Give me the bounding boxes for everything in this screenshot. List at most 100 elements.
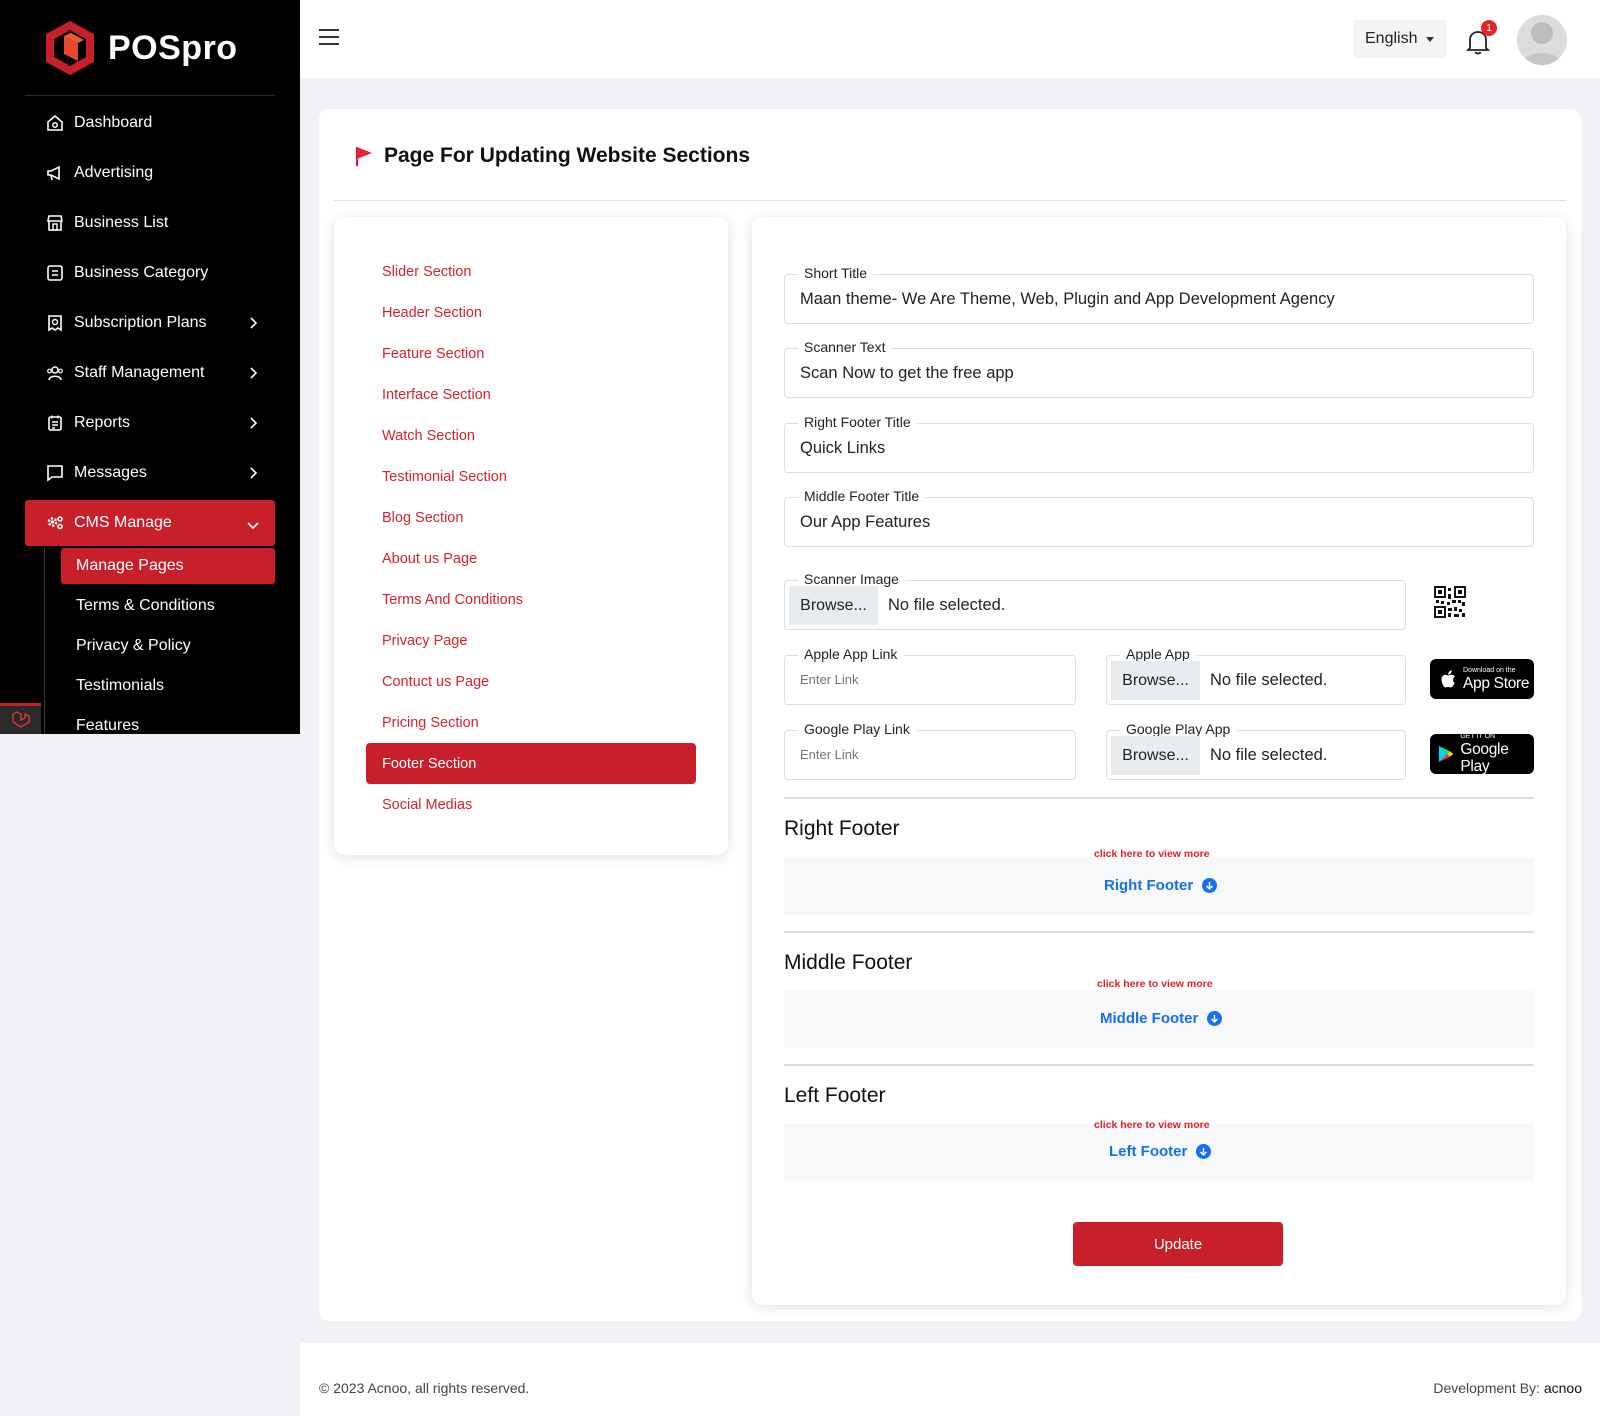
chevron-right-icon xyxy=(250,417,258,429)
sidebar-item-label: CMS Manage xyxy=(74,514,172,531)
right-footer-toggle[interactable]: Right Footer xyxy=(1104,877,1218,894)
section-link-footer[interactable]: Footer Section xyxy=(366,743,696,784)
toggle-label: Left Footer xyxy=(1109,1143,1188,1160)
chevron-down-icon xyxy=(247,522,259,530)
scanner-text-field[interactable]: Scanner Text Scan Now to get the free ap… xyxy=(784,339,1534,398)
field-label: Scanner Image xyxy=(798,571,905,587)
field-label: Google Play App xyxy=(1120,721,1237,737)
field-label: Right Footer Title xyxy=(798,414,917,430)
section-link-interface[interactable]: Interface Section xyxy=(366,374,696,415)
section-link-header[interactable]: Header Section xyxy=(366,292,696,333)
middle-footer-title-field[interactable]: Middle Footer Title Our App Features xyxy=(784,488,1534,547)
sidebar-item-cms-manage[interactable]: CMS Manage xyxy=(25,500,275,546)
right-footer-heading: Right Footer xyxy=(784,817,900,840)
browse-button[interactable]: Browse... xyxy=(1111,736,1200,775)
sidebar-item-dashboard[interactable]: Dashboard xyxy=(25,98,275,148)
section-link-pricing[interactable]: Pricing Section xyxy=(366,702,696,743)
sidebar-subitem-testimonials[interactable]: Testimonials xyxy=(61,666,275,706)
browse-button[interactable]: Browse... xyxy=(1111,661,1200,700)
section-link-blog[interactable]: Blog Section xyxy=(366,497,696,538)
apple-app-file-field[interactable]: Apple App Browse... No file selected. xyxy=(1106,646,1406,705)
badge-big-text: Google Play xyxy=(1460,741,1509,775)
header-divider xyxy=(334,200,1566,201)
app-store-badge[interactable]: Download on the App Store xyxy=(1430,659,1534,699)
right-footer-title-field[interactable]: Right Footer Title Quick Links xyxy=(784,414,1534,473)
field-label: Short Title xyxy=(798,265,874,281)
brand-logo[interactable]: POSpro xyxy=(44,18,238,78)
sidebar-item-messages[interactable]: Messages xyxy=(25,448,275,498)
google-play-link-input[interactable] xyxy=(800,747,1050,762)
megaphone-icon xyxy=(45,163,65,183)
sidebar-item-reports[interactable]: Reports xyxy=(25,398,275,448)
store-icon xyxy=(45,213,65,233)
main-card: Page For Updating Website Sections Slide… xyxy=(319,109,1581,1321)
sidebar-item-subscription-plans[interactable]: Subscription Plans xyxy=(25,298,275,348)
sidebar-item-staff-management[interactable]: Staff Management xyxy=(25,348,275,398)
menu-toggle-icon[interactable] xyxy=(319,29,339,45)
section-link-contact[interactable]: Contuct us Page xyxy=(366,661,696,702)
left-footer-toggle[interactable]: Left Footer xyxy=(1109,1143,1212,1160)
section-link-terms[interactable]: Terms And Conditions xyxy=(366,579,696,620)
language-selector[interactable]: English xyxy=(1353,20,1447,58)
middle-footer-toggle[interactable]: Middle Footer xyxy=(1100,1010,1223,1027)
sidebar-item-advertising[interactable]: Advertising xyxy=(25,148,275,198)
scanner-text-input[interactable]: Scan Now to get the free app xyxy=(800,364,1014,383)
plan-icon xyxy=(45,313,65,333)
view-more-hint: click here to view more xyxy=(1097,978,1213,990)
left-footer-heading: Left Footer xyxy=(784,1084,886,1107)
section-link-slider[interactable]: Slider Section xyxy=(366,251,696,292)
section-link-testimonial[interactable]: Testimonial Section xyxy=(366,456,696,497)
arrow-down-circle-icon xyxy=(1207,1011,1223,1026)
apple-app-link-field[interactable]: Apple App Link xyxy=(784,646,1076,705)
file-status: No file selected. xyxy=(1210,671,1328,689)
users-icon xyxy=(45,363,65,383)
google-play-badge[interactable]: GET IT ON Google Play xyxy=(1430,733,1534,775)
home-icon xyxy=(45,113,65,133)
chevron-right-icon xyxy=(250,367,258,379)
developer-credit: Development By: acnoo xyxy=(1433,1380,1582,1396)
right-footer-title-input[interactable]: Quick Links xyxy=(800,439,885,458)
laravel-debug-tab[interactable] xyxy=(0,703,41,734)
google-play-link-field[interactable]: Google Play Link xyxy=(784,721,1076,780)
sidebar-item-label: Advertising xyxy=(74,164,154,181)
notification-badge: 1 xyxy=(1481,20,1497,36)
sidebar: POSpro Dashboard Advertising Business Li… xyxy=(0,0,300,734)
qr-code-icon xyxy=(1434,586,1466,618)
category-icon xyxy=(45,263,65,283)
browse-button[interactable]: Browse... xyxy=(789,586,878,625)
scanner-image-field[interactable]: Scanner Image Browse... No file selected… xyxy=(784,571,1406,630)
google-play-file-field[interactable]: Google Play App Browse... No file select… xyxy=(1106,721,1406,780)
section-divider xyxy=(784,1064,1534,1066)
sidebar-item-business-list[interactable]: Business List xyxy=(25,198,275,248)
update-button[interactable]: Update xyxy=(1073,1222,1283,1266)
section-link-privacy[interactable]: Privacy Page xyxy=(366,620,696,661)
sidebar-subitem-terms[interactable]: Terms & Conditions xyxy=(61,586,275,626)
developer-link[interactable]: acnoo xyxy=(1544,1380,1582,1396)
sidebar-subitem-privacy[interactable]: Privacy & Policy xyxy=(61,626,275,666)
short-title-field[interactable]: Short Title Maan theme- We Are Theme, We… xyxy=(784,265,1534,324)
section-link-about[interactable]: About us Page xyxy=(366,538,696,579)
section-divider xyxy=(784,931,1534,933)
toggle-label: Right Footer xyxy=(1104,877,1194,894)
sidebar-subitem-features[interactable]: Features xyxy=(61,706,275,734)
footer-form-card: Short Title Maan theme- We Are Theme, We… xyxy=(752,217,1566,1305)
short-title-input[interactable]: Maan theme- We Are Theme, Web, Plugin an… xyxy=(800,290,1335,309)
google-play-badge-text: GET IT ON Google Play xyxy=(1460,733,1534,775)
sidebar-subitem-manage-pages[interactable]: Manage Pages xyxy=(61,548,275,584)
section-link-watch[interactable]: Watch Section xyxy=(366,415,696,456)
sidebar-item-business-category[interactable]: Business Category xyxy=(25,248,275,298)
page-header: Page For Updating Website Sections xyxy=(354,144,750,168)
avatar[interactable] xyxy=(1517,15,1567,65)
laravel-icon xyxy=(11,711,30,728)
middle-footer-title-input[interactable]: Our App Features xyxy=(800,513,930,532)
section-link-social-medias[interactable]: Social Medias xyxy=(366,784,696,825)
user-avatar-icon xyxy=(1523,22,1561,65)
toggle-label: Middle Footer xyxy=(1100,1010,1199,1027)
logo-divider xyxy=(25,95,275,96)
pospro-logo-icon xyxy=(46,21,94,75)
apple-app-link-input[interactable] xyxy=(800,672,1050,687)
field-label: Scanner Text xyxy=(798,339,892,355)
section-link-feature[interactable]: Feature Section xyxy=(366,333,696,374)
report-icon xyxy=(45,413,65,433)
field-label: Middle Footer Title xyxy=(798,488,926,504)
